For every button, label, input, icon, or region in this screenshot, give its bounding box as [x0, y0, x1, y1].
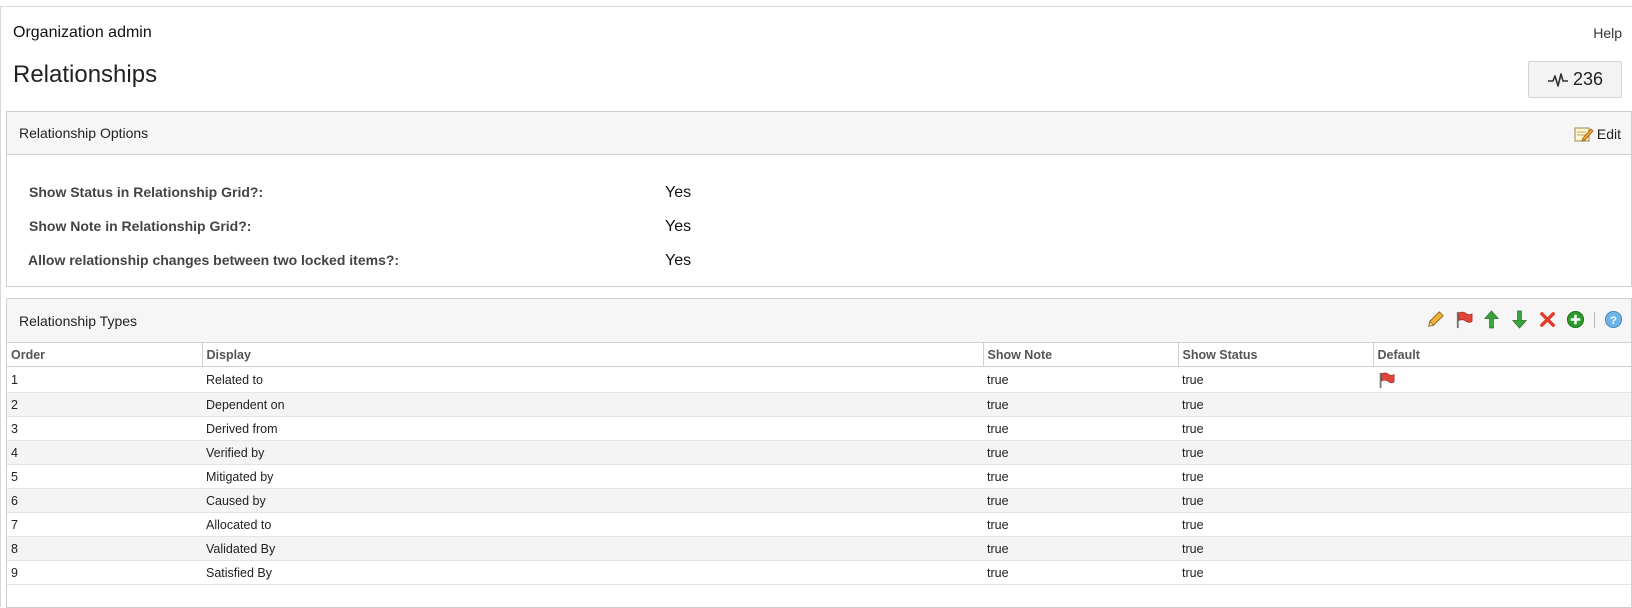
- cell-display: Allocated to: [202, 512, 983, 537]
- cell-show-status: true: [1178, 366, 1373, 393]
- edit-label: Edit: [1596, 126, 1621, 142]
- cell-default: [1373, 366, 1631, 393]
- types-table-body: 1 Related to true true 2 Dependent on true true…: [7, 366, 1631, 585]
- option-value: Yes: [665, 218, 692, 235]
- edit-options-button[interactable]: Edit: [1574, 125, 1621, 143]
- table-row[interactable]: 2 Dependent on true true: [7, 392, 1631, 417]
- options-panel-title: Relationship Options: [19, 125, 149, 141]
- cell-show-status: true: [1178, 512, 1373, 537]
- flag-icon[interactable]: [1454, 310, 1473, 329]
- pulse-icon: [1547, 72, 1568, 87]
- breadcrumb[interactable]: Organization admin: [13, 24, 152, 42]
- cell-show-status: true: [1178, 536, 1373, 561]
- cell-display: Satisfied By: [202, 560, 983, 585]
- cell-show-status: true: [1178, 488, 1373, 513]
- cell-default: [1373, 488, 1631, 513]
- cell-order: 1: [7, 366, 202, 393]
- column-header-show-status[interactable]: Show Status: [1178, 342, 1374, 367]
- types-toolbar: ?: [1426, 310, 1623, 329]
- cell-order: 7: [7, 512, 202, 537]
- toolbar-separator: [1594, 311, 1595, 328]
- table-row[interactable]: 5 Mitigated by true true: [7, 464, 1631, 489]
- cell-show-note: true: [983, 512, 1178, 537]
- cell-order: 2: [7, 392, 202, 417]
- page-frame: Organization admin Help Relationships 23…: [0, 6, 1632, 608]
- cell-default: [1373, 440, 1631, 465]
- cell-show-status: true: [1178, 560, 1373, 585]
- svg-text:?: ?: [1610, 315, 1617, 327]
- option-value: Yes: [665, 252, 692, 269]
- cell-default: [1373, 464, 1631, 489]
- cell-show-note: true: [983, 416, 1178, 441]
- types-panel-header: Relationship Types ?: [7, 299, 1631, 342]
- table-row[interactable]: 7 Allocated to true true: [7, 512, 1631, 537]
- cell-order: 9: [7, 560, 202, 585]
- arrow-up-icon[interactable]: [1482, 310, 1501, 329]
- cell-show-status: true: [1178, 440, 1373, 465]
- relationship-types-table: Order Display Show Note Show Status Defa…: [7, 342, 1631, 585]
- table-row[interactable]: 4 Verified by true true: [7, 440, 1631, 465]
- activity-button[interactable]: 236: [1528, 61, 1622, 98]
- cell-display: Related to: [202, 366, 983, 393]
- cell-show-note: true: [983, 392, 1178, 417]
- cell-order: 5: [7, 464, 202, 489]
- options-panel-header: Relationship Options Edit: [7, 112, 1631, 155]
- options-panel: Relationship Options Edit Show Status in…: [6, 111, 1632, 287]
- table-row[interactable]: 1 Related to true true: [7, 366, 1631, 393]
- cell-display: Validated By: [202, 536, 983, 561]
- pencil-icon[interactable]: [1426, 310, 1445, 329]
- table-row[interactable]: 3 Derived from true true: [7, 416, 1631, 441]
- cell-display: Mitigated by: [202, 464, 983, 489]
- cell-show-note: true: [983, 536, 1178, 561]
- delete-icon[interactable]: [1538, 310, 1557, 329]
- page-title: Relationships: [13, 61, 158, 88]
- column-header-display[interactable]: Display: [202, 342, 984, 367]
- column-header-show-note[interactable]: Show Note: [983, 342, 1179, 367]
- option-label: Show Note in Relationship Grid?:: [29, 218, 252, 234]
- cell-display: Caused by: [202, 488, 983, 513]
- help-icon[interactable]: ?: [1604, 310, 1623, 329]
- help-link[interactable]: Help: [1593, 25, 1622, 41]
- cell-show-status: true: [1178, 464, 1373, 489]
- table-row[interactable]: 8 Validated By true true: [7, 536, 1631, 561]
- cell-order: 4: [7, 440, 202, 465]
- cell-display: Dependent on: [202, 392, 983, 417]
- table-row[interactable]: 9 Satisfied By true true: [7, 560, 1631, 585]
- cell-show-status: true: [1178, 416, 1373, 441]
- option-value: Yes: [665, 184, 692, 201]
- cell-order: 3: [7, 416, 202, 441]
- types-panel-title: Relationship Types: [19, 312, 138, 329]
- cell-show-note: true: [983, 488, 1178, 513]
- cell-default: [1373, 512, 1631, 537]
- cell-default: [1373, 392, 1631, 417]
- cell-order: 8: [7, 536, 202, 561]
- cell-default: [1373, 536, 1631, 561]
- column-header-order[interactable]: Order: [7, 342, 203, 367]
- cell-display: Verified by: [202, 440, 983, 465]
- cell-show-status: true: [1178, 392, 1373, 417]
- cell-show-note: true: [983, 440, 1178, 465]
- cell-default: [1373, 416, 1631, 441]
- option-label: Show Status in Relationship Grid?:: [29, 184, 264, 200]
- cell-show-note: true: [983, 560, 1178, 585]
- activity-count: 236: [1572, 69, 1604, 89]
- option-label: Allow relationship changes between two l…: [28, 252, 400, 268]
- table-row[interactable]: 6 Caused by true true: [7, 488, 1631, 513]
- types-panel: Relationship Types ? Order Display Show …: [6, 298, 1632, 608]
- cell-show-note: true: [983, 366, 1178, 393]
- add-icon[interactable]: [1566, 310, 1585, 329]
- cell-show-note: true: [983, 464, 1178, 489]
- cell-default: [1373, 560, 1631, 585]
- default-flag-icon: [1379, 372, 1395, 388]
- cell-order: 6: [7, 488, 202, 513]
- cell-display: Derived from: [202, 416, 983, 441]
- table-header-row: Order Display Show Note Show Status Defa…: [7, 342, 1631, 367]
- edit-icon: [1574, 127, 1594, 142]
- arrow-down-icon[interactable]: [1510, 310, 1529, 329]
- column-header-default[interactable]: Default: [1373, 342, 1631, 367]
